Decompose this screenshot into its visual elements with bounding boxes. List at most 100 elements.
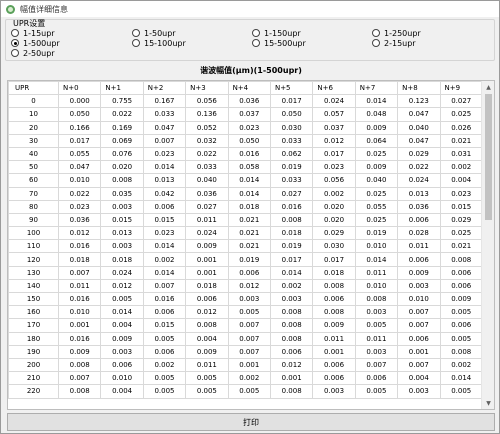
amplitude-cell: 0.050 — [227, 133, 271, 148]
upr-radio-1-15upr[interactable]: 1-15upr — [11, 28, 55, 38]
table-row: 110 0.016 0.003 0.014 0.009 0.021 0.019 0.030 0.… — [8, 239, 483, 254]
amplitude-cell: 0.014 — [227, 173, 271, 188]
upr-cell: 20 — [8, 120, 59, 135]
amplitude-cell: 0.004 — [100, 318, 144, 333]
upr-radio-15-500upr[interactable]: 15-500upr — [252, 38, 306, 48]
amplitude-cell: 0.035 — [100, 186, 144, 201]
upr-radio-1-50upr[interactable]: 1-50upr — [132, 28, 176, 38]
amplitude-cell: 0.005 — [185, 384, 229, 399]
upr-cell: 120 — [8, 252, 59, 267]
amplitude-cell: 0.017 — [269, 252, 314, 267]
amplitude-cell: 0.014 — [142, 160, 187, 175]
amplitude-cell: 0.006 — [185, 291, 229, 307]
amplitude-cell: 0.017 — [312, 252, 356, 267]
column-header: N+3 — [185, 81, 229, 96]
amplitude-cell: 0.009 — [354, 120, 399, 135]
title-bar: 幅值详细信息 — [1, 1, 499, 17]
radio-circle-icon[interactable] — [252, 29, 260, 37]
table-row: 20 0.166 0.169 0.047 0.052 0.023 0.030 0.037 0.0… — [8, 120, 483, 135]
amplitude-cell: 0.001 — [57, 318, 102, 333]
scroll-up-arrow-icon[interactable]: ▲ — [482, 81, 494, 93]
radio-circle-icon[interactable] — [372, 29, 380, 37]
amplitude-cell: 0.005 — [354, 318, 399, 333]
amplitude-cell: 0.008 — [269, 305, 314, 320]
amplitude-cell: 0.030 — [269, 120, 314, 135]
amplitude-cell: 0.012 — [100, 278, 144, 294]
upr-radio-1-150upr[interactable]: 1-150upr — [252, 28, 301, 38]
upr-cell: 40 — [8, 146, 59, 162]
table-header-row: UPR N+0 N+1 N+2 N+3 N+4 N+5 N+6 N+7 N+8 N+9 — [8, 81, 483, 96]
amplitude-cell: 0.006 — [142, 344, 187, 359]
vertical-scrollbar[interactable]: ▲ ▼ — [481, 81, 494, 409]
amplitude-cell: 0.057 — [312, 107, 356, 122]
amplitude-cell: 0.010 — [397, 291, 441, 307]
upr-radio-1-250upr[interactable]: 1-250upr — [372, 28, 421, 38]
amplitude-cell: 0.018 — [312, 265, 356, 280]
amplitude-cell: 0.009 — [397, 265, 441, 280]
upr-cell: 90 — [8, 212, 59, 228]
amplitude-cell: 0.006 — [269, 344, 314, 359]
radio-label: 15-100upr — [144, 38, 186, 48]
radio-circle-icon[interactable] — [372, 39, 380, 47]
table-row: 90 0.036 0.015 0.015 0.011 0.021 0.008 0.020 0.0… — [8, 212, 483, 228]
amplitude-cell: 0.003 — [100, 344, 144, 359]
amplitude-cell: 0.019 — [227, 252, 271, 267]
amplitude-cell: 0.006 — [142, 199, 187, 214]
amplitude-cell: 0.027 — [269, 186, 314, 201]
table-row: 0 0.000 0.755 0.167 0.056 0.036 0.017 0.024 0.01… — [8, 94, 483, 109]
table-title: 谐波幅值(µm)(1-500upr) — [200, 66, 302, 75]
amplitude-cell: 0.007 — [57, 371, 102, 386]
amplitude-cell: 0.004 — [185, 331, 229, 346]
upr-radio-2-50upr[interactable]: 2-50upr — [11, 48, 55, 58]
amplitude-cell: 0.014 — [227, 186, 271, 201]
amplitude-cell: 0.036 — [57, 212, 102, 228]
radio-circle-icon[interactable] — [11, 29, 19, 37]
amplitude-cell: 0.011 — [354, 265, 399, 280]
amplitude-cell: 0.008 — [57, 357, 102, 373]
amplitude-cell: 0.036 — [185, 186, 229, 201]
upr-radio-2-15upr[interactable]: 2-15upr — [372, 38, 416, 48]
amplitude-cell: 0.002 — [439, 160, 483, 175]
amplitude-cell: 0.014 — [354, 94, 399, 109]
amplitude-cell: 0.123 — [397, 94, 441, 109]
upr-radio-15-100upr[interactable]: 15-100upr — [132, 38, 186, 48]
table-row: 30 0.017 0.069 0.007 0.032 0.050 0.033 0.012 0.0… — [8, 133, 483, 148]
amplitude-cell: 0.047 — [57, 160, 102, 175]
column-header: N+6 — [312, 81, 356, 96]
upr-radio-1-500upr[interactable]: 1-500upr — [11, 38, 60, 48]
amplitude-cell: 0.020 — [312, 212, 356, 228]
amplitude-cell: 0.003 — [100, 199, 144, 214]
column-header: N+0 — [57, 81, 102, 96]
amplitude-cell: 0.007 — [227, 331, 271, 346]
amplitude-cell: 0.755 — [100, 94, 144, 109]
amplitude-cell: 0.002 — [269, 278, 314, 294]
amplitude-cell: 0.003 — [100, 239, 144, 254]
radio-circle-icon[interactable] — [252, 39, 260, 47]
column-header: N+1 — [100, 81, 144, 96]
upr-cell: 60 — [8, 173, 59, 188]
scroll-thumb[interactable] — [485, 94, 492, 220]
amplitude-cell: 0.167 — [142, 94, 187, 109]
amplitude-cell: 0.001 — [185, 265, 229, 280]
table-row: 70 0.022 0.035 0.042 0.036 0.014 0.027 0.002 0.0… — [8, 186, 483, 201]
amplitude-cell: 0.058 — [227, 160, 271, 175]
scroll-down-arrow-icon[interactable]: ▼ — [482, 397, 494, 409]
amplitude-cell: 0.030 — [312, 239, 356, 254]
upr-cell: 110 — [8, 239, 59, 254]
upr-cell: 80 — [8, 199, 59, 214]
upr-cell: 220 — [8, 384, 59, 399]
amplitude-cell: 0.003 — [312, 384, 356, 399]
amplitude-cell: 0.069 — [100, 133, 144, 148]
upr-cell: 140 — [8, 278, 59, 294]
amplitude-cell: 0.014 — [142, 239, 187, 254]
radio-circle-icon[interactable] — [11, 39, 19, 47]
amplitude-cell: 0.006 — [312, 357, 356, 373]
print-button[interactable]: 打印 — [7, 413, 495, 431]
table-row: 180 0.016 0.009 0.005 0.004 0.007 0.008 0.011 0.… — [8, 331, 483, 346]
radio-circle-icon[interactable] — [132, 39, 140, 47]
radio-circle-icon[interactable] — [11, 49, 19, 57]
amplitude-cell: 0.024 — [397, 173, 441, 188]
table-row: 130 0.007 0.024 0.014 0.001 0.006 0.014 0.018 0.… — [8, 265, 483, 280]
radio-circle-icon[interactable] — [132, 29, 140, 37]
amplitude-cell: 0.006 — [439, 265, 483, 280]
